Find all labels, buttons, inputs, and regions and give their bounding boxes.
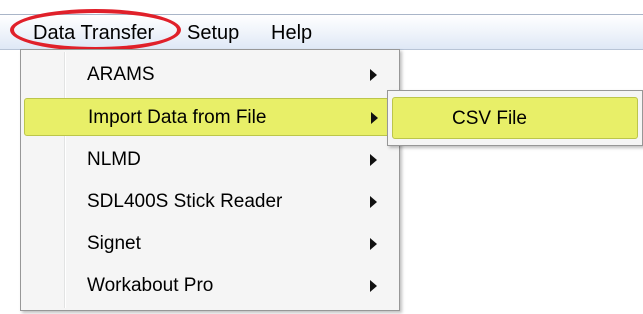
submenu-arrow-icon xyxy=(370,196,377,208)
menu-item-label: Workabout Pro xyxy=(87,275,214,296)
menu-item-import-data-from-file[interactable]: Import Data from File xyxy=(24,98,396,136)
menu-item-label: CSV File xyxy=(452,108,527,129)
data-transfer-dropdown: ARAMS Import Data from File NLMD SDL400S… xyxy=(20,49,400,311)
submenu-arrow-icon xyxy=(370,69,377,81)
menu-item-label: ARAMS xyxy=(87,64,155,85)
menu-setup[interactable]: Setup xyxy=(187,21,239,45)
menu-item-csv-file[interactable]: CSV File xyxy=(392,97,638,139)
menu-item-label: NLMD xyxy=(87,149,141,170)
menu-item-workabout-pro[interactable]: Workabout Pro xyxy=(24,267,396,305)
menu-item-arams[interactable]: ARAMS xyxy=(24,56,396,94)
menu-item-signet[interactable]: Signet xyxy=(24,225,396,263)
menu-data-transfer[interactable]: Data Transfer xyxy=(33,21,154,45)
submenu-arrow-icon xyxy=(370,280,377,292)
menu-bar: Data Transfer Setup Help xyxy=(0,14,643,50)
submenu-arrow-icon xyxy=(370,154,377,166)
submenu-arrow-icon xyxy=(371,112,378,124)
menu-item-label: Import Data from File xyxy=(88,107,267,128)
menu-item-nlmd[interactable]: NLMD xyxy=(24,141,396,179)
menu-item-label: Signet xyxy=(87,233,141,254)
menu-item-sdl400s-stick-reader[interactable]: SDL400S Stick Reader xyxy=(24,183,396,221)
import-data-submenu: CSV File xyxy=(387,90,643,146)
menu-help[interactable]: Help xyxy=(271,21,312,45)
menu-item-label: SDL400S Stick Reader xyxy=(87,191,283,212)
submenu-arrow-icon xyxy=(370,238,377,250)
